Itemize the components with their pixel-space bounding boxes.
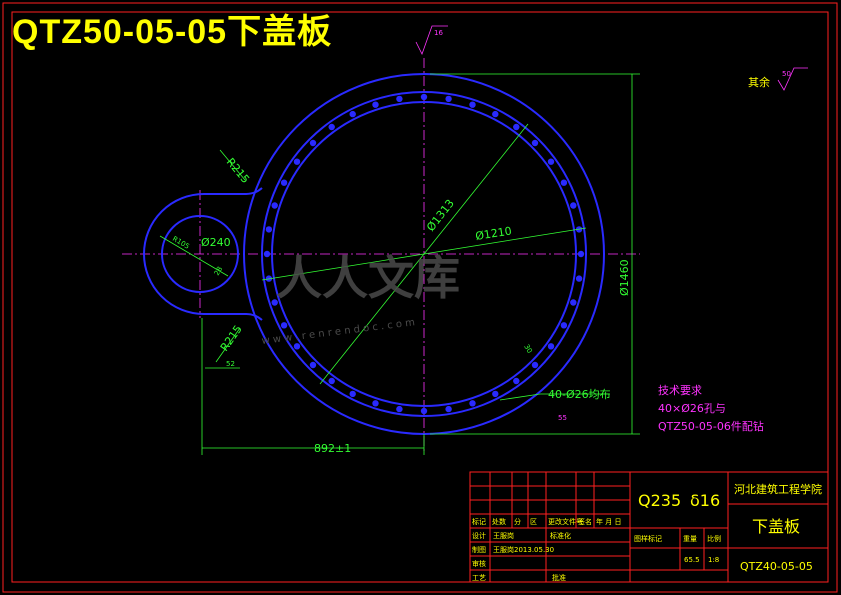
- tb-material: Q235: [638, 491, 681, 510]
- tb-review-label: 审核: [472, 559, 486, 568]
- bolt-hole: [349, 390, 356, 398]
- tb-row-label: 标记: [472, 517, 486, 526]
- dim-angle: 28: [213, 265, 224, 277]
- dim-52: 52: [226, 360, 235, 368]
- tb-row-label: 处数: [492, 517, 506, 526]
- tech-req-line1: 40×Ø26孔与: [658, 402, 726, 415]
- bolt-hole: [531, 139, 539, 147]
- bolt-hole: [328, 377, 335, 385]
- tb-drafter: 王服岗: [493, 546, 514, 554]
- tb-row-label: 年 月 日: [596, 517, 621, 526]
- bolt-hole: [372, 101, 379, 108]
- bolt-hole: [265, 226, 273, 233]
- bolt-hole: [469, 101, 476, 108]
- bolt-hole: [293, 343, 301, 350]
- dim-d240: Ø240: [201, 236, 231, 249]
- tb-school: 河北建筑工程学院: [734, 482, 822, 496]
- tb-revision-row: 标记 处数分区更改文件号签名年 月 日: [472, 517, 621, 526]
- bolt-hole: [570, 202, 577, 209]
- other-finish-value: 50: [782, 70, 791, 78]
- tech-req-line2: QTZ50-05-06件配钻: [658, 419, 764, 433]
- tb-weight-value: 65.5: [684, 556, 700, 564]
- bolt-hole: [309, 139, 317, 147]
- dim-d1210: Ø1210: [474, 224, 512, 243]
- bolt-hole: [575, 275, 583, 282]
- tb-draw-label: 制图: [472, 545, 486, 554]
- dim-hole-angle: 30: [522, 343, 533, 355]
- bolt-hole: [328, 123, 335, 131]
- bolt-hole: [547, 158, 555, 165]
- bolt-hole: [577, 250, 585, 258]
- cad-drawing: 16 其余 50 R215 R215 R105 Ø240 28 Ø1313 Ø1…: [2, 2, 838, 593]
- bolt-hole: [349, 110, 356, 118]
- tb-approve-label: 批准: [552, 573, 566, 582]
- tb-part-code: QTZ40-05-05: [740, 560, 813, 573]
- tb-process-label: 工艺: [472, 574, 486, 582]
- bolt-hole: [263, 250, 271, 258]
- watermark-url: w w w . r e n r e n d o c . c o m: [261, 317, 415, 347]
- dim-hole-small: 55: [558, 414, 567, 422]
- tb-scale-value: 1:8: [708, 556, 719, 564]
- bolt-hole: [560, 322, 568, 329]
- tb-row-label: 分: [514, 517, 521, 526]
- tb-design-label: 设计: [472, 531, 486, 540]
- dim-holes: 40-Ø26均布: [548, 388, 611, 401]
- bolt-hole: [372, 400, 379, 407]
- bolt-hole: [570, 299, 577, 306]
- tb-designer: 王服岗: [493, 532, 514, 540]
- bolt-hole: [547, 343, 555, 350]
- bolt-hole: [445, 405, 452, 413]
- tb-row-label: 签名: [578, 517, 592, 526]
- bolt-hole: [396, 405, 403, 413]
- tb-part-name: 下盖板: [752, 517, 800, 536]
- tb-draw-date: 2013.05.30: [514, 546, 554, 554]
- dim-r215-top: R215: [224, 156, 252, 186]
- bolt-hole: [309, 361, 317, 369]
- bolt-hole: [513, 377, 520, 385]
- tb-weight-label: 重量: [683, 535, 697, 543]
- tb-scale-label: 比例: [707, 534, 721, 543]
- bolt-hole: [280, 322, 288, 329]
- bolt-hole: [420, 93, 428, 101]
- tb-stage-label: 图样标记: [634, 534, 662, 543]
- bolt-hole: [420, 407, 428, 415]
- tb-row-label: 区: [530, 518, 537, 526]
- tb-standard-label: 标准化: [550, 531, 571, 540]
- bolt-hole: [492, 110, 499, 118]
- bolt-hole: [513, 123, 520, 131]
- dim-r215-bottom: R215: [218, 323, 245, 354]
- tb-thickness: δ16: [690, 491, 720, 510]
- tech-req-title: 技术要求: [658, 384, 702, 397]
- bolt-hole: [271, 202, 278, 209]
- surface-finish-top: 16: [434, 29, 443, 37]
- bolt-hole: [531, 361, 539, 369]
- bolt-hole: [492, 390, 499, 398]
- bolt-hole: [560, 179, 568, 186]
- other-finish-label: 其余: [748, 75, 770, 89]
- bolt-hole: [396, 95, 403, 103]
- bolt-hole: [280, 179, 288, 186]
- bolt-hole: [469, 400, 476, 407]
- bolt-hole: [445, 95, 452, 103]
- bolt-hole: [293, 158, 301, 165]
- dim-d1460: Ø1460: [618, 259, 631, 296]
- dim-d1313: Ø1313: [424, 197, 457, 234]
- dim-892: 892±1: [314, 442, 351, 455]
- watermark-text: 人人文库: [276, 251, 460, 305]
